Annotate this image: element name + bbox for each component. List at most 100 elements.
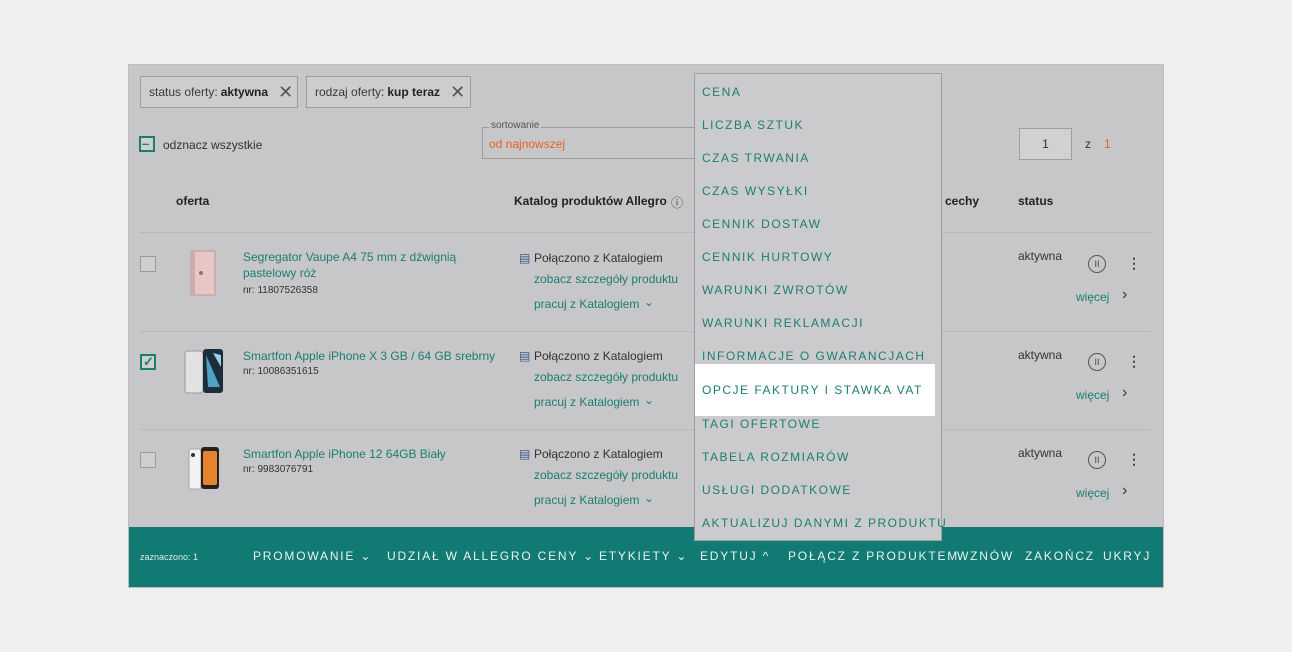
filter-chip-type-label: rodzaj oferty: [315,85,385,99]
chevron-down-icon[interactable]: ⌄ [644,491,654,505]
product-thumbnail [187,445,221,491]
pause-icon[interactable]: II [1088,353,1106,371]
menu-item-size-table[interactable]: TABELA ROZMIARÓW [695,441,941,474]
row-checkbox[interactable]: ✓ [140,354,156,370]
offers-panel: status oferty: aktywna ✕ rodzaj oferty: … [128,64,1164,588]
menu-item-shipping-rates[interactable]: CENNIK DOSTAW [695,208,941,241]
column-offer: oferta [176,194,210,208]
menu-item-returns[interactable]: WARUNKI ZWROTÓW [695,274,941,307]
pause-icon[interactable]: II [1088,255,1106,273]
menu-item-update-from-product[interactable]: AKTUALIZUJ DANYMI Z PRODUKTU [695,507,946,540]
chevron-down-icon[interactable]: ⌄ [644,393,654,407]
close-icon[interactable]: ✕ [278,83,293,101]
status-value: aktywna [1018,446,1063,460]
chevron-right-icon[interactable]: › [1122,286,1127,304]
catalog-status: Połączono z Katalogiem [534,447,663,461]
filter-chip-type-value: kup teraz [387,85,441,99]
chevron-right-icon[interactable]: › [1122,482,1127,500]
minus-icon: – [142,136,150,151]
more-link[interactable]: więcej [1076,388,1109,402]
filter-chip-status-label: status oferty: [149,85,218,99]
details-link[interactable]: zobacz szczegóły produktu [534,370,678,384]
edit-button[interactable]: EDYTUJ ^ [700,549,770,563]
filter-chip-type[interactable]: rodzaj oferty: kup teraz ✕ [306,76,471,108]
chevron-down-icon: ⌄ [360,549,373,563]
menu-item-quantity[interactable]: LICZBA SZTUK [695,109,941,142]
selected-count: zaznaczono: 1 [140,552,199,562]
edit-dropdown-menu: CENA LICZBA SZTUK CZAS TRWANIA CZAS WYSY… [694,73,946,541]
details-link[interactable]: zobacz szczegóły produktu [534,272,678,286]
labels-button[interactable]: ETYKIETY ⌄ [599,549,688,563]
close-icon[interactable]: ✕ [450,83,465,101]
menu-item-wholesale-prices[interactable]: CENNIK HURTOWY [695,241,941,274]
sort-label: sortowanie [489,120,542,131]
menu-item-duration[interactable]: CZAS TRWANIA [695,142,941,175]
more-options-icon[interactable]: ⋮ [1127,256,1141,270]
chevron-down-icon[interactable]: ⌄ [644,295,654,309]
info-icon[interactable]: ⓘ [671,194,683,211]
page-of-label: z [1085,137,1091,151]
details-link[interactable]: zobacz szczegóły produktu [534,468,678,482]
resume-button[interactable]: WZNÓW [957,549,1014,563]
work-with-catalog-link[interactable]: pracuj z Katalogiem [534,493,639,507]
edit-label: EDYTUJ [700,549,758,563]
row-divider [139,331,1151,332]
menu-item-price[interactable]: CENA [695,76,941,109]
work-with-catalog-link[interactable]: pracuj z Katalogiem [534,395,639,409]
offer-number: nr: 9983076791 [243,464,314,475]
promote-button[interactable]: PROMOWANIE ⌄ [253,549,372,563]
offer-title-line2[interactable]: pastelowy róż [243,266,316,280]
row-divider [139,429,1151,430]
hide-button[interactable]: UKRYJ [1103,549,1151,563]
status-value: aktywna [1018,348,1063,362]
catalog-status: Połączono z Katalogiem [534,251,663,265]
end-button[interactable]: ZAKOŃCZ [1025,549,1095,563]
document-icon: ▤ [519,251,531,265]
pause-icon[interactable]: II [1088,451,1106,469]
chevron-down-icon: ⌄ [583,549,595,563]
menu-item-offer-tags[interactable]: TAGI OFERTOWE [695,408,941,441]
price-share-button[interactable]: UDZIAŁ W ALLEGRO CENY ⌄ [387,549,595,563]
page-input[interactable]: 1 [1019,128,1072,160]
offer-title[interactable]: Segregator Vaupe A4 75 mm z dźwignią [243,250,456,264]
deselect-all-label[interactable]: odznacz wszystkie [163,138,262,152]
row-checkbox[interactable] [140,256,156,272]
offer-number: nr: 11807526358 [243,285,318,296]
promote-label: PROMOWANIE [253,549,356,563]
deselect-all-checkbox[interactable]: – [139,136,155,152]
product-thumbnail [183,347,225,397]
work-with-catalog-link[interactable]: pracuj z Katalogiem [534,297,639,311]
bulk-action-bar: zaznaczono: 1 PROMOWANIE ⌄ UDZIAŁ W ALLE… [129,527,1163,587]
header-divider [139,232,1151,233]
filter-chip-status-value: aktywna [220,85,269,99]
more-options-icon[interactable]: ⋮ [1127,354,1141,368]
menu-item-shipping-time[interactable]: CZAS WYSYŁKI [695,175,941,208]
more-link[interactable]: więcej [1076,486,1109,500]
status-value: aktywna [1018,249,1063,263]
chevron-right-icon[interactable]: › [1122,384,1127,402]
offer-number: nr: 10086351615 [243,366,319,377]
product-thumbnail [187,249,219,297]
column-status: status [1018,194,1054,208]
link-product-button[interactable]: POŁĄCZ Z PRODUKTEM [788,549,959,563]
menu-item-complaints[interactable]: WARUNKI REKLAMACJI [695,307,941,340]
price-share-label: UDZIAŁ W ALLEGRO CENY [387,549,578,563]
offer-title[interactable]: Smartfon Apple iPhone X 3 GB / 64 GB sre… [243,349,495,363]
chevron-down-icon: ⌄ [676,549,689,563]
offer-title[interactable]: Smartfon Apple iPhone 12 64GB Biały [243,447,446,461]
more-options-icon[interactable]: ⋮ [1127,452,1141,466]
column-catalog: Katalog produktów Allegro [514,194,667,208]
page-total: 1 [1104,137,1111,151]
catalog-status: Połączono z Katalogiem [534,349,663,363]
labels-label: ETYKIETY [599,549,672,563]
row-checkbox[interactable] [140,452,156,468]
menu-item-additional-services[interactable]: USŁUGI DODATKOWE [695,474,941,507]
document-icon: ▤ [519,349,531,363]
iphone-x-image [184,349,223,394]
filter-chip-status[interactable]: status oferty: aktywna ✕ [140,76,298,108]
sort-select[interactable]: sortowanie od najnowszej [482,120,722,159]
more-link[interactable]: więcej [1076,290,1109,304]
binder-image [190,250,216,296]
iphone-12-image [188,447,219,490]
check-icon: ✓ [143,354,154,369]
